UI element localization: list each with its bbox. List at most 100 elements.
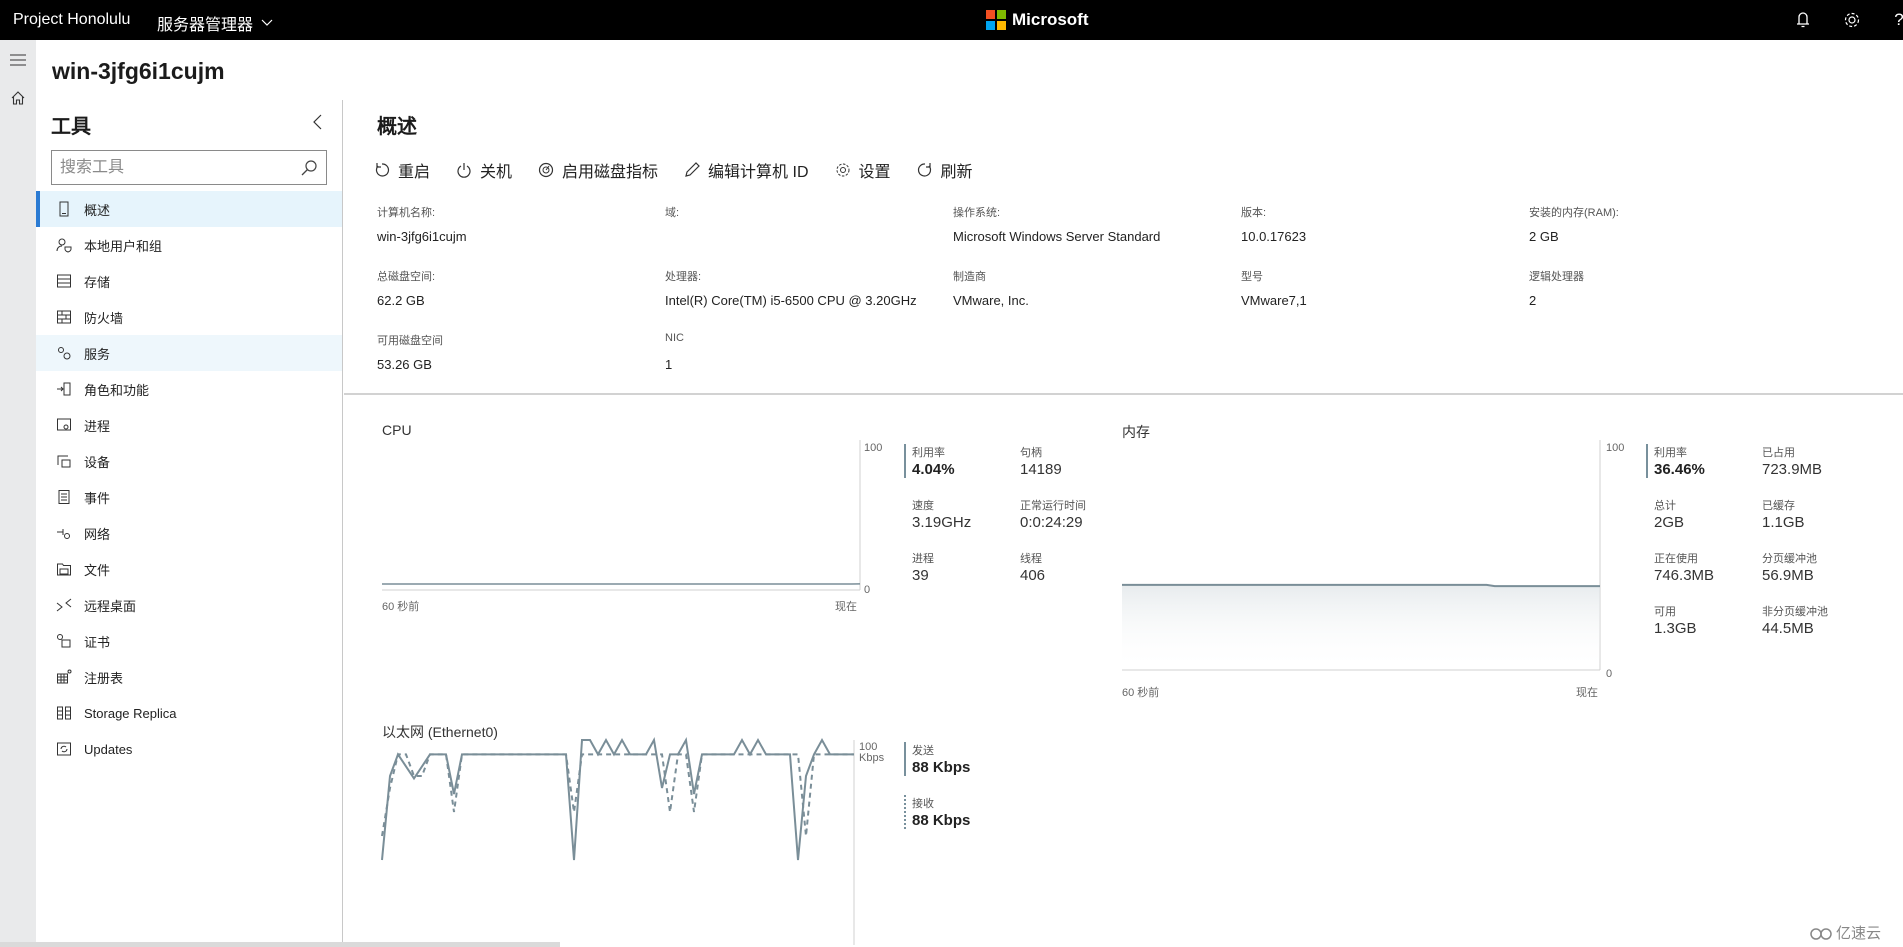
property-value: 62.2 GB: [377, 293, 425, 308]
search-icon[interactable]: [300, 159, 318, 177]
gear-button[interactable]: 设置: [835, 158, 891, 182]
horizontal-scrollbar[interactable]: [0, 942, 560, 947]
memory-y-max: 100: [1606, 442, 1625, 454]
remote-desktop-icon: [56, 597, 72, 613]
memory-x-end: 现在: [1576, 687, 1598, 699]
app-menu[interactable]: 服务器管理器: [157, 11, 273, 35]
microsoft-label: Microsoft: [1012, 10, 1089, 29]
search-tools-input[interactable]: [52, 151, 282, 184]
sidebar-item-label: Storage Replica: [84, 705, 177, 721]
action-label: 设置: [858, 164, 891, 181]
sidebar-item-registry[interactable]: 注册表: [36, 659, 342, 695]
stat-label: 分页缓冲池: [1762, 553, 1817, 565]
stat-value: 88 Kbps: [912, 759, 971, 776]
server-name: win-3jfg6i1cujm: [52, 58, 225, 84]
stat-value: 723.9MB: [1762, 461, 1823, 478]
devices-icon: [56, 453, 72, 469]
stat-item: 非分页缓冲池 44.5MB: [1762, 603, 1828, 637]
network-chart: [381, 736, 855, 945]
restart-icon: [375, 163, 390, 177]
roles-icon: [56, 381, 72, 397]
stat-value: 36.46%: [1654, 461, 1705, 478]
action-label: 启用磁盘指标: [562, 164, 659, 181]
updates-icon: [56, 741, 72, 757]
stat-item: 总计 2GB: [1654, 497, 1684, 531]
microsoft-logo: Microsoft: [986, 10, 1089, 30]
stat-value: 1.3GB: [1654, 620, 1697, 637]
sidebar-item-storage[interactable]: 存储: [36, 263, 342, 299]
hamburger-menu-icon[interactable]: [8, 50, 28, 70]
stat-value: 14189: [1020, 461, 1062, 478]
property-item: 版本: 10.0.17623: [1241, 204, 1529, 268]
main-content: 概述 重启 关机 启用磁盘指标 编辑计算机 ID 设置 刷新 计算机名称: win-3jfg…: [344, 100, 1903, 945]
stat-label: 总计: [1654, 500, 1676, 512]
brand-title[interactable]: Project Honolulu: [13, 11, 130, 29]
sidebar-item-services[interactable]: 服务: [36, 335, 342, 371]
sidebar-item-device[interactable]: 概述: [36, 191, 342, 227]
pencil-button[interactable]: 编辑计算机 ID: [684, 158, 809, 182]
chevron-down-icon: [261, 19, 273, 26]
sidebar-item-remote-desktop[interactable]: 远程桌面: [36, 587, 342, 623]
stat-value: 746.3MB: [1654, 567, 1715, 584]
network-y-max: 100 Kbps: [859, 742, 884, 764]
cpu-y-min: 0: [864, 584, 871, 596]
cpu-x-start: 60 秒前: [382, 601, 420, 613]
sidebar-item-certificate[interactable]: 证书: [36, 623, 342, 659]
property-value: win-3jfg6i1cujm: [377, 229, 467, 244]
stat-item: 分页缓冲池 56.9MB: [1762, 550, 1817, 584]
property-item: 可用磁盘空间 53.26 GB: [377, 332, 665, 396]
property-value: Microsoft Windows Server Standard: [953, 229, 1161, 244]
property-label: 域:: [665, 207, 680, 219]
sidebar-item-files[interactable]: 文件: [36, 551, 342, 587]
sidebar-item-network[interactable]: 网络: [36, 515, 342, 551]
stat-item: 句柄 14189: [1020, 444, 1062, 478]
property-label: 型号: [1241, 271, 1263, 283]
memory-x-start: 60 秒前: [1122, 687, 1160, 699]
sidebar-item-label: 服务: [84, 346, 111, 362]
stat-label: 正在使用: [1654, 553, 1698, 565]
property-value: 2: [1529, 293, 1537, 308]
network-y-unit: Kbps: [859, 752, 885, 764]
top-bar: Project Honolulu 服务器管理器 Microsoft ?: [0, 0, 1903, 40]
sidebar-item-roles[interactable]: 角色和功能: [36, 371, 342, 407]
certificate-icon: [56, 633, 72, 649]
watermark: 亿速云: [1810, 922, 1881, 943]
home-icon[interactable]: [8, 88, 28, 108]
stat-label: 利用率: [912, 447, 945, 459]
refresh-button[interactable]: 刷新: [917, 158, 973, 182]
sidebar-item-processes[interactable]: 进程: [36, 407, 342, 443]
bell-icon[interactable]: [1792, 9, 1814, 31]
sidebar-item-label: 远程桌面: [84, 598, 137, 614]
property-item: 型号 VMware7,1: [1241, 268, 1529, 332]
stat-value: 4.04%: [912, 461, 955, 478]
series-line-secondary: [381, 753, 854, 837]
sidebar-item-updates[interactable]: Updates: [36, 731, 342, 767]
help-icon[interactable]: ?: [1888, 9, 1903, 31]
events-icon: [56, 489, 72, 505]
property-value: VMware7,1: [1241, 293, 1307, 308]
firewall-icon: [56, 309, 72, 325]
property-value: Intel(R) Core(TM) i5-6500 CPU @ 3.20GHz: [665, 293, 917, 308]
sidebar-item-firewall[interactable]: 防火墙: [36, 299, 342, 335]
gear-icon[interactable]: [1841, 9, 1863, 31]
restart-button[interactable]: 重启: [374, 158, 430, 182]
stat-value: 3.19GHz: [912, 514, 972, 531]
device-icon: [56, 201, 72, 217]
stat-label: 利用率: [1654, 447, 1687, 459]
sidebar-item-storage-replica[interactable]: Storage Replica: [36, 695, 342, 731]
users-icon: [56, 237, 72, 253]
receive-stat: 接收 88 Kbps: [904, 795, 970, 829]
sidebar-item-devices[interactable]: 设备: [36, 443, 342, 479]
gauge-button[interactable]: 启用磁盘指标: [538, 158, 658, 182]
sidebar-item-events[interactable]: 事件: [36, 479, 342, 515]
sidebar-item-users[interactable]: 本地用户和组: [36, 227, 342, 263]
property-item: 总磁盘空间: 62.2 GB: [377, 268, 665, 332]
sidebar-item-label: 角色和功能: [84, 382, 150, 398]
property-item: 域:: [665, 204, 953, 268]
collapse-pane-icon[interactable]: [308, 112, 328, 132]
stat-value: 0:0:24:29: [1020, 514, 1083, 531]
action-label: 关机: [480, 164, 513, 181]
property-value: 1: [665, 357, 673, 372]
power-button[interactable]: 关机: [456, 158, 512, 182]
sidebar-item-label: 概述: [84, 202, 111, 218]
